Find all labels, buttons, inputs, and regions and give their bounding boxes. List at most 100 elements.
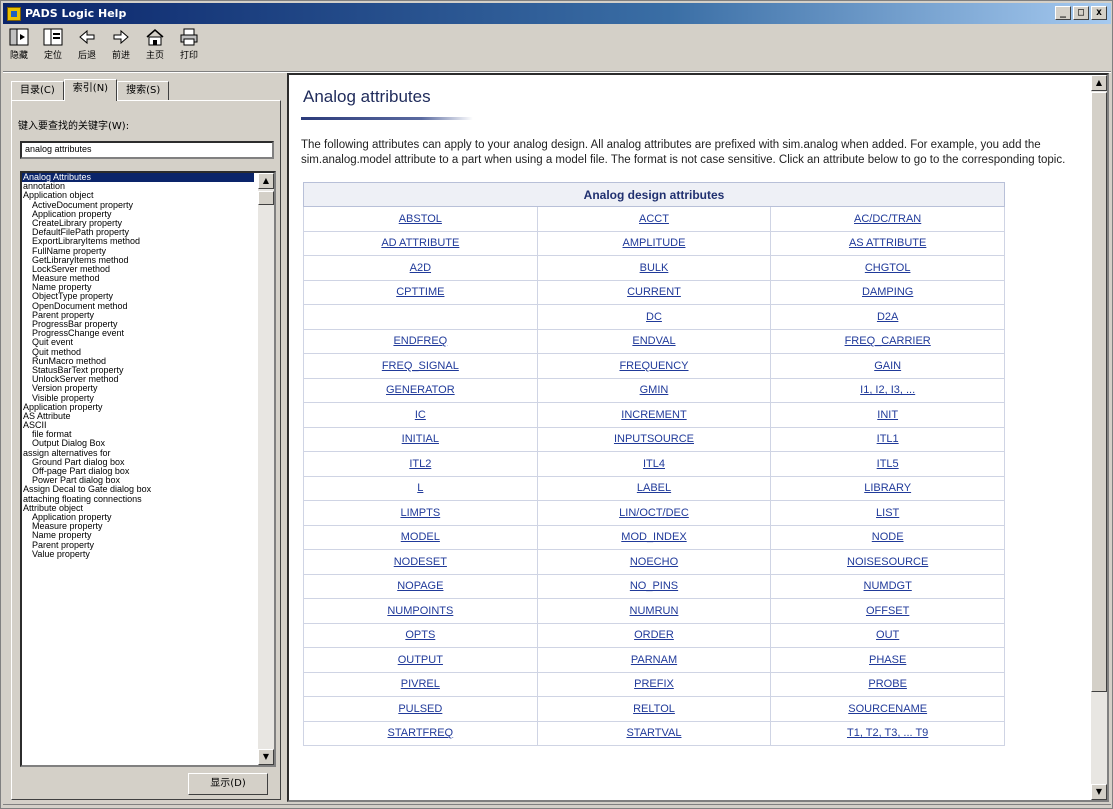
- attribute-link[interactable]: CURRENT: [627, 286, 681, 298]
- attribute-link[interactable]: ABSTOL: [399, 213, 442, 225]
- attribute-link[interactable]: AD ATTRIBUTE: [381, 237, 459, 249]
- index-item[interactable]: Attribute object: [22, 504, 260, 513]
- attribute-link[interactable]: ITL5: [877, 458, 899, 470]
- scroll-down-icon[interactable]: ▼: [258, 749, 274, 765]
- index-listbox[interactable]: Analog Attributes annotation Application o…: [20, 171, 276, 767]
- hide-button[interactable]: 隐藏: [5, 27, 33, 69]
- topic-scroll-thumb[interactable]: [1091, 92, 1107, 692]
- attribute-link[interactable]: OUTPUT: [398, 654, 443, 666]
- attribute-link[interactable]: INITIAL: [402, 433, 439, 445]
- attribute-link[interactable]: NO_PINS: [630, 580, 678, 592]
- attribute-link[interactable]: ENDFREQ: [393, 335, 447, 347]
- attribute-link[interactable]: FREQ_SIGNAL: [382, 360, 459, 372]
- attribute-link[interactable]: STARTVAL: [626, 727, 681, 739]
- attribute-link[interactable]: NUMPOINTS: [387, 605, 453, 617]
- attribute-link[interactable]: STARTFREQ: [388, 727, 454, 739]
- attribute-link[interactable]: INPUTSOURCE: [614, 433, 694, 445]
- attribute-link[interactable]: IC: [415, 409, 426, 421]
- attribute-link[interactable]: NOISESOURCE: [847, 556, 928, 568]
- attribute-link[interactable]: LIN/OCT/DEC: [619, 507, 689, 519]
- attribute-link[interactable]: NUMDGT: [864, 580, 912, 592]
- attribute-link[interactable]: CHGTOL: [865, 262, 911, 274]
- title-bar[interactable]: PADS Logic Help _ □ x: [3, 3, 1111, 24]
- index-item[interactable]: Name property: [22, 531, 260, 540]
- attribute-link[interactable]: ENDVAL: [632, 335, 675, 347]
- index-item[interactable]: Application property: [22, 513, 260, 522]
- maximize-button[interactable]: □: [1073, 6, 1089, 20]
- index-item[interactable]: Value property: [22, 550, 260, 559]
- attribute-link[interactable]: LIMPTS: [400, 507, 440, 519]
- attribute-link[interactable]: DAMPING: [862, 286, 913, 298]
- attribute-link[interactable]: PREFIX: [634, 678, 674, 690]
- close-button[interactable]: x: [1091, 6, 1107, 20]
- index-item[interactable]: ProgressChange event: [22, 329, 260, 338]
- index-item[interactable]: DefaultFilePath property: [22, 228, 260, 237]
- display-button[interactable]: 显示(D): [188, 773, 268, 795]
- attribute-link[interactable]: T1, T2, T3, ... T9: [847, 727, 928, 739]
- attribute-link[interactable]: AS ATTRIBUTE: [849, 237, 926, 249]
- attribute-link[interactable]: AMPLITUDE: [623, 237, 686, 249]
- index-scrollbar[interactable]: ▲ ▼: [258, 173, 274, 765]
- attribute-link[interactable]: NODESET: [394, 556, 447, 568]
- attribute-link[interactable]: LABEL: [637, 482, 671, 494]
- attribute-link[interactable]: D2A: [877, 311, 898, 323]
- forward-button[interactable]: 前进: [107, 27, 135, 69]
- attribute-link[interactable]: A2D: [410, 262, 431, 274]
- index-item[interactable]: Analog Attributes: [22, 173, 254, 183]
- locate-button[interactable]: 定位: [39, 27, 67, 69]
- index-item[interactable]: GetLibraryItems method: [22, 256, 260, 265]
- index-item[interactable]: Output Dialog Box: [22, 439, 260, 448]
- attribute-link[interactable]: I1, I2, I3, ...: [860, 384, 915, 396]
- index-item[interactable]: assign alternatives for: [22, 449, 260, 458]
- attribute-link[interactable]: AC/DC/TRAN: [854, 213, 921, 225]
- attribute-link[interactable]: ACCT: [639, 213, 669, 225]
- attribute-link[interactable]: OPTS: [405, 629, 435, 641]
- index-item[interactable]: Name property: [22, 283, 260, 292]
- back-button[interactable]: 后退: [73, 27, 101, 69]
- index-item[interactable]: FullName property: [22, 247, 260, 256]
- index-item[interactable]: Measure method: [22, 274, 260, 283]
- attribute-link[interactable]: PROBE: [868, 678, 907, 690]
- index-item[interactable]: AS Attribute: [22, 412, 260, 421]
- attribute-link[interactable]: NODE: [872, 531, 904, 543]
- index-item[interactable]: Visible property: [22, 394, 260, 403]
- scroll-down-icon[interactable]: ▼: [1091, 784, 1107, 800]
- index-item[interactable]: Application property: [22, 210, 260, 219]
- attribute-link[interactable]: MODEL: [401, 531, 440, 543]
- attribute-link[interactable]: GENERATOR: [386, 384, 455, 396]
- home-button[interactable]: 主页: [141, 27, 169, 69]
- scroll-up-icon[interactable]: ▲: [258, 173, 274, 189]
- index-item[interactable]: annotation: [22, 182, 260, 191]
- index-item[interactable]: ProgressBar property: [22, 320, 260, 329]
- attribute-link[interactable]: OFFSET: [866, 605, 909, 617]
- attribute-link[interactable]: LIBRARY: [864, 482, 911, 494]
- index-item[interactable]: ActiveDocument property: [22, 201, 260, 210]
- tab-index[interactable]: 索引(N): [63, 79, 118, 101]
- attribute-link[interactable]: NOECHO: [630, 556, 678, 568]
- index-item[interactable]: Version property: [22, 384, 260, 393]
- attribute-link[interactable]: MOD_INDEX: [621, 531, 686, 543]
- index-item[interactable]: Parent property: [22, 541, 260, 550]
- attribute-link[interactable]: CPTTIME: [396, 286, 444, 298]
- attribute-link[interactable]: INCREMENT: [621, 409, 686, 421]
- attribute-link[interactable]: ORDER: [634, 629, 674, 641]
- attribute-link[interactable]: BULK: [640, 262, 669, 274]
- index-item[interactable]: Application object: [22, 191, 260, 200]
- topic-scrollbar[interactable]: ▲ ▼: [1091, 75, 1107, 800]
- attribute-link[interactable]: LIST: [876, 507, 899, 519]
- index-item[interactable]: Parent property: [22, 311, 260, 320]
- attribute-link[interactable]: INIT: [877, 409, 898, 421]
- index-item[interactable]: OpenDocument method: [22, 302, 260, 311]
- index-item[interactable]: ObjectType property: [22, 292, 260, 301]
- index-item[interactable]: Assign Decal to Gate dialog box: [22, 485, 260, 494]
- attribute-link[interactable]: GMIN: [640, 384, 669, 396]
- print-button[interactable]: 打印: [175, 27, 203, 69]
- attribute-link[interactable]: FREQ_CARRIER: [845, 335, 931, 347]
- index-item[interactable]: Measure property: [22, 522, 260, 531]
- attribute-link[interactable]: SOURCENAME: [848, 703, 927, 715]
- attribute-link[interactable]: NUMRUN: [630, 605, 679, 617]
- index-item[interactable]: LockServer method: [22, 265, 260, 274]
- index-item[interactable]: UnlockServer method: [22, 375, 260, 384]
- attribute-link[interactable]: ITL1: [877, 433, 899, 445]
- attribute-link[interactable]: ITL4: [643, 458, 665, 470]
